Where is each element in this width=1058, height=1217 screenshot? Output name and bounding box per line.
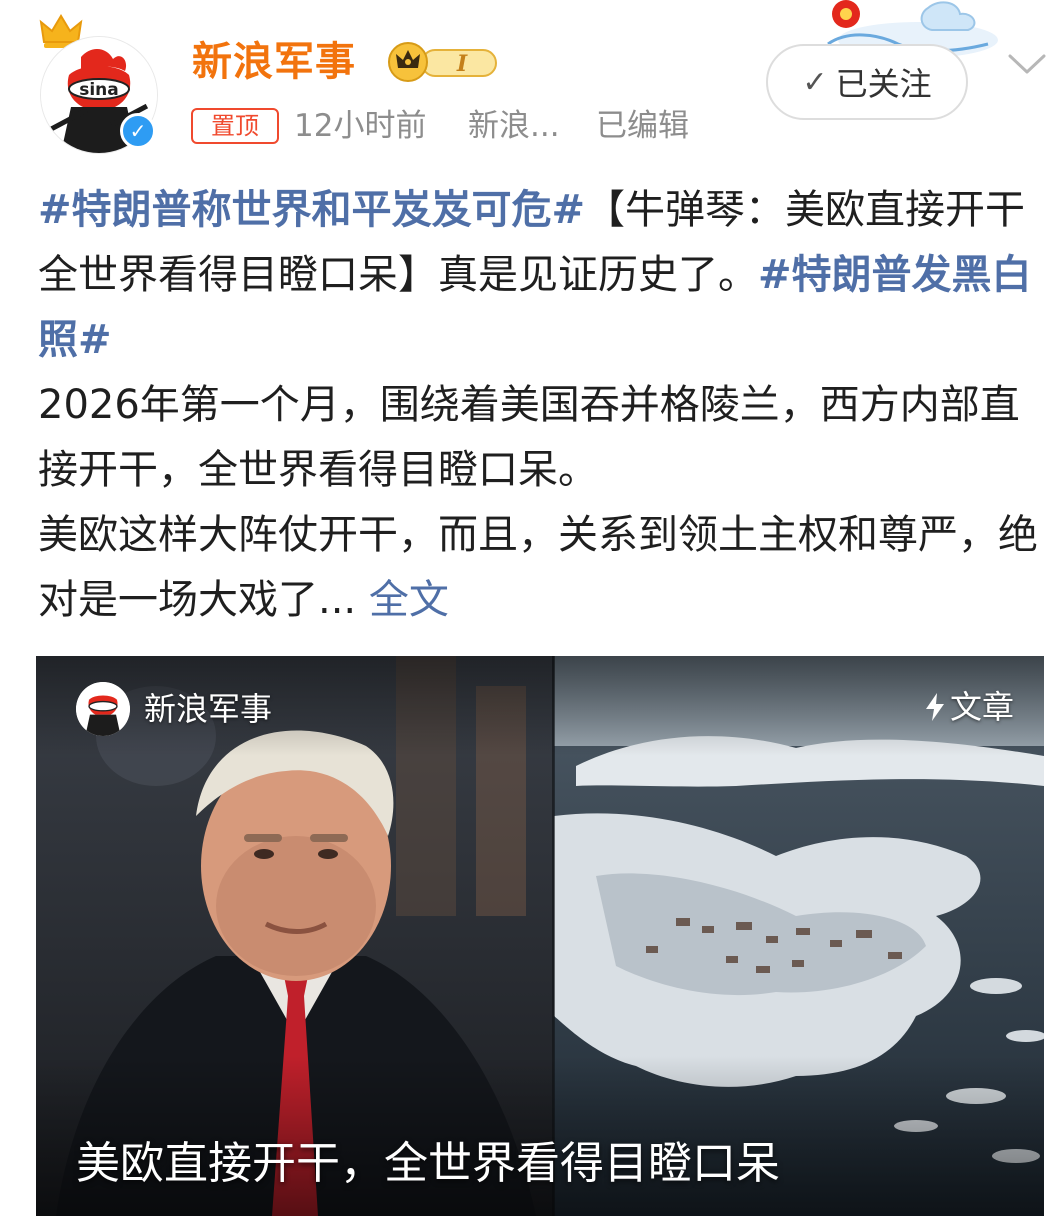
verified-icon: ✓	[120, 113, 156, 149]
post-body: #特朗普称世界和平岌岌可危#【牛弹琴：美欧直接开干全世界看得目瞪口呆】真是见证历…	[38, 178, 1038, 633]
svg-text:I: I	[456, 51, 468, 77]
article-cover-image	[36, 656, 1044, 1216]
pinned-badge: 置顶	[191, 108, 279, 144]
post-paragraph-2: 2026年第一个月，围绕着美国吞并格陵兰，西方内部直接开干，全世界看得目瞪口呆。	[38, 382, 1020, 493]
lightning-icon	[925, 693, 944, 721]
follow-label: 已关注	[835, 65, 932, 103]
username[interactable]: 新浪军事	[192, 36, 356, 88]
hashtag-link[interactable]: #特朗普称世界和平岌岌可危#	[38, 187, 585, 233]
post-paragraph-1: #特朗普称世界和平岌岌可危#【牛弹琴：美欧直接开干全世界看得目瞪口呆】真是见证历…	[38, 178, 1038, 373]
media-type-label: 文章	[924, 684, 1014, 730]
post-source[interactable]: 新浪...	[468, 104, 560, 148]
checkmark-icon: ✓	[802, 64, 828, 100]
full-text-link[interactable]: 全文	[369, 577, 449, 623]
media-caption: 美欧直接开干，全世界看得目瞪口呆	[76, 1138, 780, 1189]
post-paragraph-3: 美欧这样大阵仗开干，而且，关系到领土主权和尊严，绝对是一场大戏了... 全文	[38, 503, 1038, 633]
edited-label[interactable]: 已编辑	[596, 104, 689, 148]
sina-logo-icon	[76, 682, 130, 736]
post-time: 12小时前	[294, 108, 427, 144]
post-paragraph-3-text: 美欧这样大阵仗开干，而且，关系到领土主权和尊严，绝对是一场大戏了...	[38, 512, 1038, 623]
chevron-down-icon[interactable]	[1004, 44, 1050, 84]
media-author-name: 新浪军事	[144, 690, 273, 728]
media-type-text: 文章	[949, 688, 1014, 726]
media-author-avatar	[76, 682, 130, 736]
article-card[interactable]: 新浪军事 文章 美欧直接开干，全世界看得目瞪口呆	[36, 656, 1044, 1216]
svg-text:sina: sina	[79, 80, 119, 100]
level-badge[interactable]: I	[384, 42, 500, 82]
follow-button[interactable]: ✓ 已关注	[766, 44, 968, 120]
